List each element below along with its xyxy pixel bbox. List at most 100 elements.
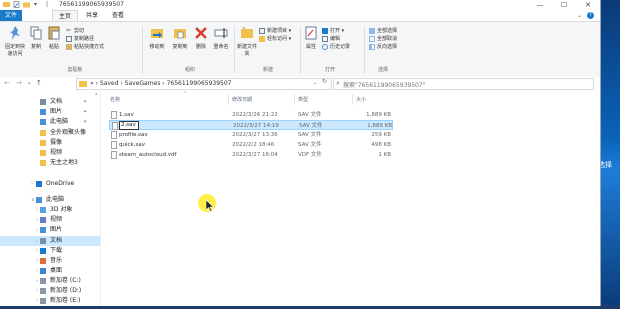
nav-item[interactable]: 无主之地3 xyxy=(0,158,100,168)
forward-arrow-icon[interactable]: → xyxy=(16,79,22,87)
this-pc-icon xyxy=(36,197,42,203)
expand-arrow-icon[interactable]: › xyxy=(36,215,38,225)
expand-arrow-icon[interactable]: › xyxy=(36,246,38,256)
column-divider[interactable] xyxy=(294,94,295,105)
expand-arrow-icon[interactable]: › xyxy=(31,179,33,189)
file-row[interactable]: 2.sav 2022/3/27 14:19 SAV 文件 1,889 KB xyxy=(109,120,393,130)
column-header-type[interactable]: 类型 xyxy=(298,96,308,103)
copy-path-button[interactable]: 复制路径 xyxy=(66,35,94,42)
expand-arrow-icon[interactable]: › xyxy=(36,276,38,286)
nav-item[interactable]: › OneDrive xyxy=(0,179,100,189)
maximize-button[interactable]: ☐ xyxy=(552,0,576,10)
refresh-icon[interactable]: ↻ xyxy=(322,78,327,85)
copy-to-button[interactable]: 复制到 xyxy=(170,25,190,50)
edit-button[interactable]: 编辑 xyxy=(322,35,340,42)
breadcrumb-current[interactable]: 76561199065939507 xyxy=(167,80,232,87)
ribbon-divider xyxy=(142,26,143,74)
new-folder-icon[interactable] xyxy=(23,1,30,8)
delete-button[interactable]: 删除 xyxy=(193,25,209,50)
breadcrumb-saved[interactable]: Saved xyxy=(100,80,119,87)
address-bar[interactable]: « › Saved › SaveGames › 7656119906593950… xyxy=(76,78,332,90)
nav-item[interactable]: › 下载 xyxy=(0,246,100,256)
pin-to-quick-access-button[interactable]: 固定到快速访问 xyxy=(3,25,27,57)
open-label: 打开 xyxy=(330,28,341,34)
nav-item[interactable]: › 文档 xyxy=(0,236,100,246)
file-row[interactable]: quick.sav 2022/2/2 18:46 SAV 文件 498 KB xyxy=(109,140,393,150)
tab-file[interactable]: 文件 xyxy=(0,10,22,21)
new-folder-button[interactable]: 新建文件夹 xyxy=(237,25,257,57)
expand-arrow-icon[interactable]: › xyxy=(36,296,38,306)
file-row[interactable]: profile.sav 2022/3/27 13:36 SAV 文件 259 KB xyxy=(109,130,393,140)
nav-item[interactable]: 视频 xyxy=(0,148,100,158)
minimize-button[interactable]: — xyxy=(528,0,552,10)
properties-button[interactable]: 属性 xyxy=(304,25,318,50)
pin-label: 固定到快速访问 xyxy=(4,44,25,57)
nav-item[interactable]: › 视频 xyxy=(0,215,100,225)
column-divider[interactable] xyxy=(352,94,353,105)
nav-item[interactable]: › 3D 对象 xyxy=(0,205,100,215)
history-button[interactable]: 历史记录 xyxy=(322,43,350,50)
nav-item[interactable]: 摄像 xyxy=(0,138,100,148)
properties-icon[interactable] xyxy=(13,1,20,8)
tab-share[interactable]: 共享 xyxy=(80,10,104,21)
invert-selection-button[interactable]: 反向选择 xyxy=(369,43,397,50)
expand-arrow-icon[interactable]: › xyxy=(36,236,38,246)
file-date: 2022/2/2 18:46 xyxy=(232,142,275,148)
nav-item[interactable]: › 新加卷 (C:) xyxy=(0,276,100,286)
clipboard-group-label: 剪贴板 xyxy=(67,67,83,73)
open-button[interactable]: 打开 ▾ xyxy=(322,27,344,34)
column-divider[interactable] xyxy=(228,94,229,105)
breadcrumb-prefix[interactable]: « xyxy=(90,80,94,87)
cut-button[interactable]: ✂ 剪切 xyxy=(66,27,84,34)
file-row[interactable]: 1.sav 2022/3/26 21:22 SAV 文件 1,889 KB xyxy=(109,110,393,120)
nav-item[interactable]: 文档 ✦ xyxy=(0,97,100,107)
nav-item[interactable]: › 桌面 xyxy=(0,266,100,276)
select-all-button[interactable]: 全部选择 xyxy=(369,27,397,34)
copy-button[interactable]: 复制 xyxy=(29,25,43,50)
column-header-size[interactable]: 大小 xyxy=(356,96,366,103)
move-to-button[interactable]: 移动到 xyxy=(147,25,167,50)
quick-access-dropdown-icon[interactable]: ▾ xyxy=(34,1,41,8)
nav-item[interactable]: › 新加卷 (E:) xyxy=(0,296,100,306)
back-arrow-icon[interactable]: ← xyxy=(4,79,10,87)
expand-arrow-icon[interactable]: › xyxy=(36,256,38,266)
rename-input[interactable]: 2.sav xyxy=(119,121,139,130)
column-header-date[interactable]: 修改日期 xyxy=(232,96,252,103)
nav-item[interactable]: › 新加卷 (D:) xyxy=(0,286,100,296)
rename-button[interactable]: 重命名 xyxy=(211,25,231,50)
onedrive-icon xyxy=(36,181,42,187)
address-dropdown-icon[interactable]: ⌄ xyxy=(313,80,317,86)
breadcrumb-savegames[interactable]: SaveGames xyxy=(125,80,161,87)
expand-arrow-icon[interactable]: › xyxy=(36,266,38,276)
nav-item[interactable]: › 音乐 xyxy=(0,256,100,266)
tab-view[interactable]: 查看 xyxy=(106,10,130,21)
file-row[interactable]: steam_autocloud.vdf 2022/3/27 16:04 VDF 文件… xyxy=(109,150,393,160)
search-box[interactable]: ⌕ 搜索"76561199065939507" xyxy=(333,78,594,90)
up-arrow-icon[interactable]: ↑ xyxy=(36,79,42,87)
nav-item[interactable]: 图片 ✦ xyxy=(0,107,100,117)
file-name: quick.sav xyxy=(119,142,145,148)
search-input[interactable]: 搜索"76561199065939507" xyxy=(343,80,425,89)
nav-item[interactable]: ∨ 此电脑 xyxy=(0,195,100,205)
paste-button[interactable]: 粘贴 xyxy=(46,25,62,50)
ribbon-collapse-icon[interactable]: ⌄ xyxy=(577,12,582,19)
nav-item[interactable]: 全外观聚头像 xyxy=(0,128,100,138)
new-item-button[interactable]: 新建项目 ▾ xyxy=(259,27,291,34)
nav-item[interactable]: 此电脑 ✦ xyxy=(0,117,100,127)
help-icon[interactable]: ? xyxy=(587,12,594,19)
easy-access-button[interactable]: 轻松访问 ▾ xyxy=(259,35,291,42)
copy-label: 复制 xyxy=(30,44,41,50)
nav-item[interactable]: › 图片 xyxy=(0,225,100,235)
3d-objects-icon xyxy=(40,207,46,213)
close-button[interactable]: ✕ xyxy=(576,0,600,10)
expand-arrow-icon[interactable]: ∨ xyxy=(31,195,35,205)
column-header-name[interactable]: 名称 xyxy=(110,96,120,103)
paste-shortcut-button[interactable]: 粘贴快捷方式 xyxy=(66,43,104,50)
expand-arrow-icon[interactable]: › xyxy=(36,286,38,296)
select-none-button[interactable]: 全部取消 xyxy=(369,35,397,42)
tab-home[interactable]: 主页 xyxy=(52,10,79,21)
recent-dropdown-icon[interactable]: ▾ xyxy=(28,81,31,87)
this-pc-icon xyxy=(40,119,46,125)
expand-arrow-icon[interactable]: › xyxy=(36,205,38,215)
expand-arrow-icon[interactable]: › xyxy=(36,225,38,235)
